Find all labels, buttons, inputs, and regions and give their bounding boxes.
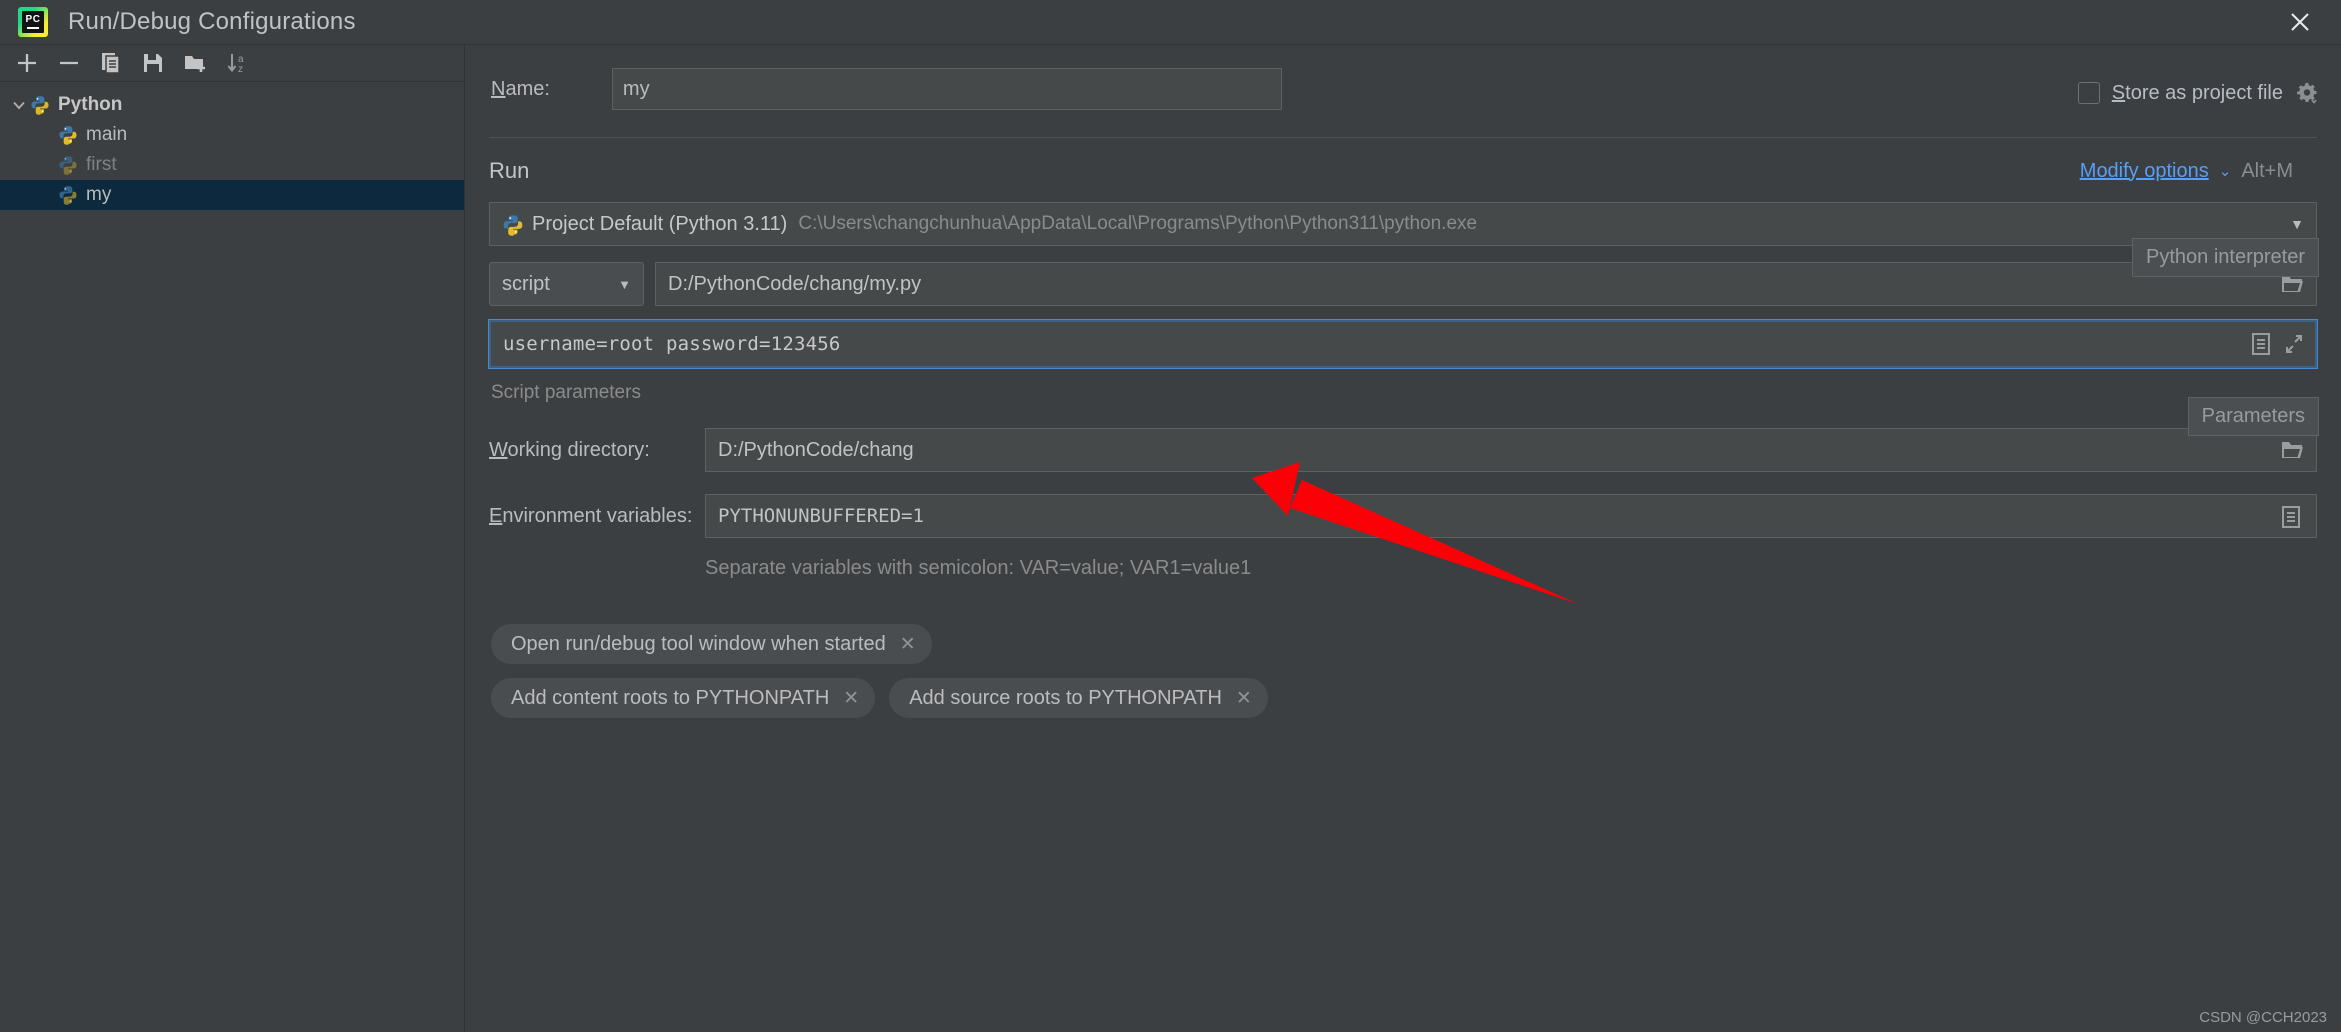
sort-az-icon: a z [227,54,244,75]
script-type-select[interactable]: script ▼ [489,262,644,306]
python-icon [58,155,78,175]
list-icon[interactable] [2250,332,2272,356]
script-row: script ▼ D:/PythonCode/chang/my.py [489,262,2317,306]
interpreter-name: Project Default (Python 3.11) [532,212,788,235]
chip-label: Open run/debug tool window when started [511,632,886,655]
new-folder-button[interactable] [176,48,214,78]
chevron-down-icon[interactable] [8,94,30,116]
section-divider [489,137,2317,138]
environment-variables-row: Environment variables: PYTHONUNBUFFERED=… [489,494,2317,538]
window-title-bar: PC Run/Debug Configurations [0,0,2341,45]
tree-item-my[interactable]: my [0,180,464,210]
working-directory-value: D:/PythonCode/chang [718,438,914,461]
run-section-header: Run Modify options ⌄ Alt+M [489,156,2317,186]
configurations-tree: Python main first my [0,82,464,1032]
working-directory-label: Working directory: [489,439,705,462]
configuration-editor: Name: my Store as project file Run Modif… [465,45,2341,1032]
tooltip-parameters: Parameters [2187,397,2319,436]
script-parameters-hint: Script parameters [491,382,641,403]
name-input-value: my [622,77,650,100]
interpreter-path: C:\Users\changchunhua\AppData\Local\Prog… [798,213,1478,234]
environment-variables-hint: Separate variables with semicolon: VAR=v… [705,557,1252,579]
name-label: Name: [491,78,550,101]
configurations-toolbar: a z [0,45,464,82]
script-type-value: script [502,272,550,295]
python-icon [58,125,78,145]
script-path-input[interactable]: D:/PythonCode/chang/my.py [655,262,2317,306]
tree-item-label: first [86,154,117,175]
environment-variables-input[interactable]: PYTHONUNBUFFERED=1 [705,494,2317,538]
tree-item-label: Python [58,94,123,115]
close-icon[interactable]: ✕ [1236,689,1252,708]
python-interpreter-combo[interactable]: Project Default (Python 3.11) C:\Users\c… [489,202,2317,246]
tree-item-main[interactable]: main [0,120,464,150]
tooltip-python-interpreter: Python interpreter [2132,238,2319,277]
working-directory-row: Working directory: D:/PythonCode/chang [489,428,2317,472]
name-label-mnemonic: N [491,77,506,100]
remove-configuration-button[interactable] [50,48,88,78]
close-icon[interactable]: ✕ [843,689,859,708]
watermark: CSDN @CCH2023 [2199,1009,2327,1026]
environment-variables-value: PYTHONUNBUFFERED=1 [718,505,924,527]
tree-item-label: my [86,184,112,205]
script-parameters-value: username=root password=123456 [503,333,841,355]
chip-add-source-roots[interactable]: Add source roots to PYTHONPATH ✕ [889,678,1268,718]
close-icon[interactable]: ✕ [900,635,916,654]
window-title: Run/Debug Configurations [68,8,356,35]
run-section-title: Run [489,158,530,183]
expand-icon[interactable] [2283,332,2305,356]
ev-label-mnemonic: E [489,504,503,527]
add-configuration-button[interactable] [8,48,46,78]
modify-options-shortcut: Alt+M [2241,159,2293,182]
new-folder-icon [185,56,205,72]
store-as-project-file-label[interactable]: Store as project file [2112,82,2283,105]
chip-label: Add content roots to PYTHONPATH [511,686,830,709]
script-path-value: D:/PythonCode/chang/my.py [668,272,922,295]
store-as-project-file-checkbox[interactable] [2077,82,2100,104]
script-parameters-input[interactable]: username=root password=123456 [488,319,2318,369]
save-configuration-button[interactable] [134,48,172,78]
tree-item-python-root[interactable]: Python [0,90,464,120]
dialog-body: a z Python main first my Name: my Store … [0,45,2341,1032]
python-icon [502,214,523,236]
modify-options-link[interactable]: Modify options [2080,160,2209,183]
copy-configuration-button[interactable] [92,48,130,78]
folder-icon[interactable] [2280,439,2304,461]
chevron-down-icon[interactable]: ⌄ [2219,162,2232,180]
configurations-panel: a z Python main first my [0,45,465,1032]
name-input[interactable]: my [611,68,1282,110]
chip-open-run-debug-tool-window[interactable]: Open run/debug tool window when started … [491,624,932,664]
chip-label: Add source roots to PYTHONPATH [909,686,1222,709]
python-icon [30,95,50,115]
save-icon [144,54,162,72]
pycharm-logo-icon: PC [18,7,48,37]
copy-icon [102,53,120,74]
working-directory-input[interactable]: D:/PythonCode/chang [705,428,2317,472]
close-icon[interactable] [2283,5,2317,39]
tree-item-first[interactable]: first [0,150,464,180]
chip-add-content-roots[interactable]: Add content roots to PYTHONPATH ✕ [491,678,876,718]
name-row: Name: my [489,68,2317,110]
option-chips: Open run/debug tool window when started … [489,624,1319,718]
chevron-down-icon[interactable]: ▼ [2290,216,2304,232]
sort-configurations-button[interactable]: a z [218,48,256,78]
store-as-project-file-row: Store as project file [2077,81,2319,105]
store-label-mnemonic: S [2111,81,2126,104]
environment-variables-label: Environment variables: [489,505,705,528]
wd-label-mnemonic: W [489,438,508,461]
svg-text:z: z [238,64,243,75]
tree-item-label: main [86,124,128,145]
wd-label-rest: orking directory: [507,438,650,461]
gear-icon[interactable] [2295,81,2319,105]
plus-icon [18,54,36,72]
chevron-down-icon: ▼ [618,276,631,292]
name-label-rest: ame: [505,77,550,100]
minus-icon [60,61,78,65]
python-icon [58,185,78,205]
list-icon[interactable] [2280,505,2304,528]
parameters-icons [2250,332,2305,356]
modify-options-group: Modify options ⌄ Alt+M [2080,160,2293,183]
ev-label-rest: nvironment variables: [502,504,693,527]
store-label-rest: tore as project file [2125,81,2283,104]
